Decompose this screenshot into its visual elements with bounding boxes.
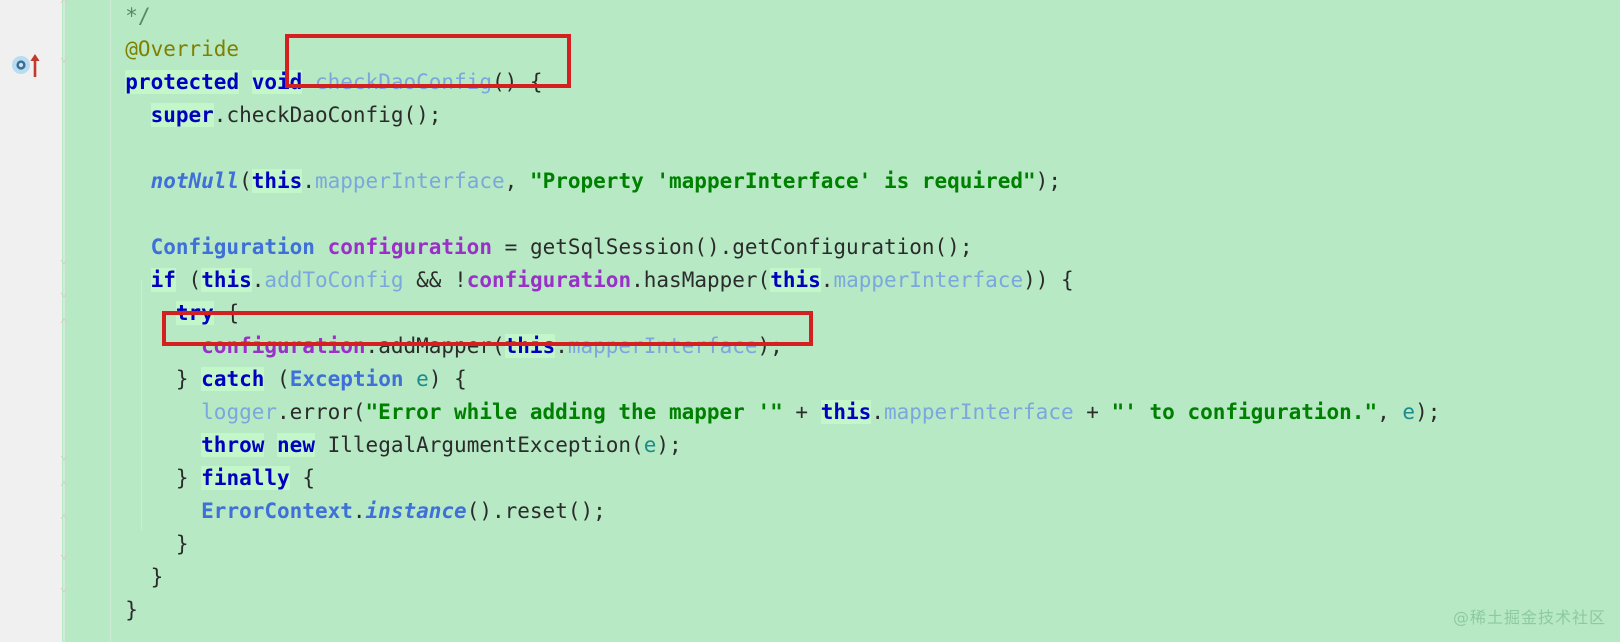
fold-marker[interactable]: ⌄: [56, 250, 72, 266]
code-line: try {: [175, 301, 240, 325]
code-line: ErrorContext.instance().reset();: [201, 499, 606, 523]
code-line: configuration.addMapper(this.mapperInter…: [201, 334, 783, 358]
fold-marker[interactable]: ⌃: [56, 512, 72, 528]
overriding-method-icon[interactable]: [10, 50, 44, 80]
code-line: }: [125, 598, 138, 622]
fold-marker[interactable]: ⌄: [56, 578, 72, 594]
code-line: @Override: [100, 37, 240, 61]
code-line: }: [175, 532, 189, 556]
fold-marker[interactable]: ⌄: [56, 48, 72, 64]
code-line: protected void checkDaoConfig() {: [125, 70, 543, 94]
source-code[interactable]: */ @Override protected void checkDaoConf…: [62, 0, 1620, 627]
code-line: Configuration configuration = getSqlSess…: [150, 235, 973, 259]
fold-marker[interactable]: ⌄: [56, 283, 72, 299]
code-line: logger.error("Error while adding the map…: [201, 400, 1441, 424]
fold-marker[interactable]: ⌄: [56, 446, 72, 462]
code-line: } finally {: [175, 466, 315, 490]
code-editor-content[interactable]: */ @Override protected void checkDaoConf…: [62, 0, 1620, 642]
code-line: }: [150, 565, 164, 589]
editor-gutter[interactable]: ⌃ ⌄ ⌄ ⌄ ⌃ ⌄ ⌃ ⌃ ⌄ ⌄: [0, 0, 69, 642]
code-line: notNull(this.mapperInterface, "Property …: [150, 169, 1061, 193]
code-line: throw new IllegalArgumentException(e);: [201, 433, 682, 457]
watermark: @稀土掘金技术社区: [1452, 608, 1606, 627]
code-line: if (this.addToConfig && !configuration.h…: [150, 268, 1074, 292]
code-line: */: [100, 4, 151, 28]
fold-marker[interactable]: ⌃: [56, 316, 72, 332]
code-line: } catch (Exception e) {: [175, 367, 467, 391]
fold-marker[interactable]: ⌃: [56, 479, 72, 495]
fold-marker[interactable]: ⌃: [56, 0, 72, 12]
code-line: super.checkDaoConfig();: [150, 103, 442, 127]
code-editor: */ @Override protected void checkDaoConf…: [0, 0, 1620, 642]
fold-marker[interactable]: ⌄: [56, 545, 72, 561]
